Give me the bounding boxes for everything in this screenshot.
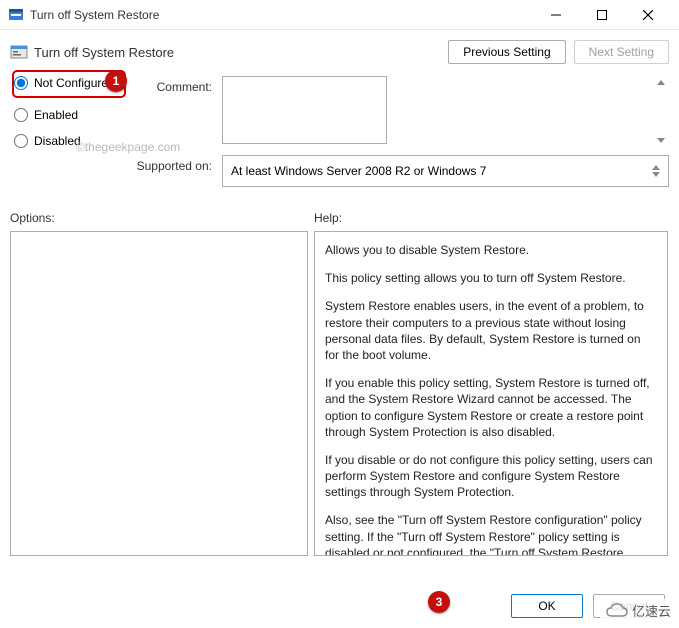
policy-title: Turn off System Restore xyxy=(34,45,448,60)
supported-on-text: At least Windows Server 2008 R2 or Windo… xyxy=(231,164,486,178)
radio-enabled-input[interactable] xyxy=(14,108,28,122)
window-title: Turn off System Restore xyxy=(30,8,533,22)
next-setting-button[interactable]: Next Setting xyxy=(574,40,669,64)
radio-enabled[interactable]: Enabled xyxy=(14,108,130,122)
help-paragraph: If you disable or do not configure this … xyxy=(325,452,657,501)
supported-on-box: At least Windows Server 2008 R2 or Windo… xyxy=(222,155,669,187)
help-panel[interactable]: Allows you to disable System Restore. Th… xyxy=(314,231,668,556)
site-watermark: 亿速云 xyxy=(600,599,677,622)
scroll-down-icon xyxy=(652,172,660,177)
comment-textarea[interactable] xyxy=(222,76,387,144)
previous-setting-button[interactable]: Previous Setting xyxy=(448,40,565,64)
help-paragraph: If you enable this policy setting, Syste… xyxy=(325,375,657,440)
scroll-down-icon xyxy=(657,138,665,143)
annotation-callout-3: 3 xyxy=(428,591,450,613)
window-icon xyxy=(8,7,24,23)
header: Turn off System Restore Previous Setting… xyxy=(10,40,669,64)
radio-enabled-label: Enabled xyxy=(34,108,78,122)
ok-button[interactable]: OK xyxy=(511,594,583,618)
policy-icon xyxy=(10,43,28,61)
comment-label: Comment: xyxy=(130,76,212,94)
scroll-up-icon xyxy=(652,165,660,170)
options-panel xyxy=(10,231,308,556)
options-label: Options: xyxy=(10,211,314,225)
window-controls xyxy=(533,0,671,30)
scroll-up-icon xyxy=(657,80,665,85)
site-watermark-text: 亿速云 xyxy=(632,601,671,620)
radio-disabled-input[interactable] xyxy=(14,134,28,148)
annotation-callout-1: 1 xyxy=(105,70,127,92)
maximize-button[interactable] xyxy=(579,0,625,30)
radio-disabled[interactable]: Disabled xyxy=(14,134,130,148)
radio-disabled-label: Disabled xyxy=(34,134,81,148)
help-paragraph: Also, see the "Turn off System Restore c… xyxy=(325,512,657,556)
supported-on-label: Supported on: xyxy=(130,155,212,173)
help-paragraph: This policy setting allows you to turn o… xyxy=(325,270,657,286)
help-paragraph: System Restore enables users, in the eve… xyxy=(325,298,657,363)
close-button[interactable] xyxy=(625,0,671,30)
cloud-icon xyxy=(606,603,628,619)
minimize-button[interactable] xyxy=(533,0,579,30)
help-label: Help: xyxy=(314,211,342,225)
titlebar: Turn off System Restore xyxy=(0,0,679,30)
help-paragraph: Allows you to disable System Restore. xyxy=(325,242,657,258)
